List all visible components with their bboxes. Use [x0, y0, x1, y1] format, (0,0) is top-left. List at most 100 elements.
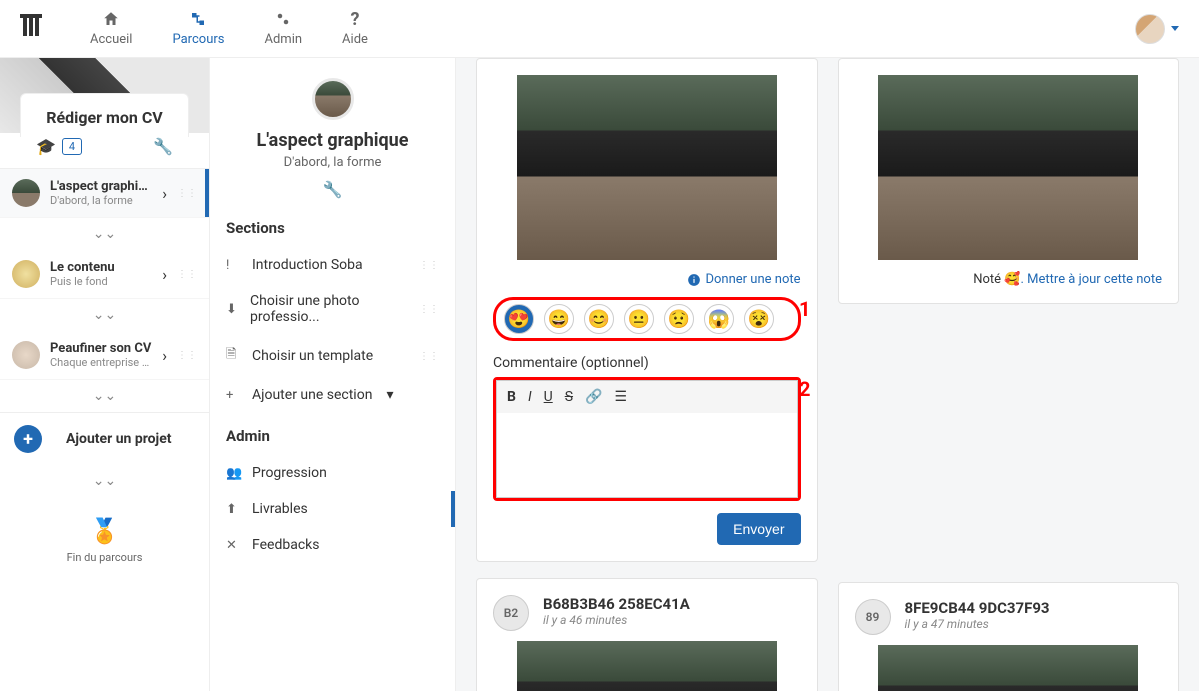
- entry-card: B2 B68B3B46 258EC41A il y a 46 minutes: [476, 578, 818, 691]
- section-settings-button[interactable]: 🔧: [226, 180, 439, 199]
- give-note-link[interactable]: Donner une note: [493, 272, 801, 287]
- link-button[interactable]: 🔗: [585, 389, 602, 405]
- noted-label: Noté: [973, 272, 1001, 287]
- nav-admin[interactable]: Admin: [264, 10, 302, 47]
- admin-item-progression[interactable]: 👥 Progression: [226, 455, 439, 491]
- chevron-right-icon: ›: [162, 265, 167, 284]
- collapse-toggle[interactable]: ⌄⌄: [0, 380, 209, 412]
- admin-item-feedbacks[interactable]: ✕ Feedbacks: [226, 527, 439, 563]
- entry-photo: [878, 645, 1138, 691]
- upload-icon: ⬆: [226, 502, 240, 517]
- send-button[interactable]: Envoyer: [717, 513, 800, 545]
- add-project-button[interactable]: + Ajouter un projet: [0, 412, 209, 465]
- chevron-right-icon: ›: [162, 184, 167, 203]
- users-icon: 👥: [226, 466, 240, 481]
- exclamation-icon: !: [226, 258, 240, 273]
- wrench-icon: 🔧: [323, 180, 343, 199]
- submission-photo: [878, 75, 1138, 260]
- project-title: Le contenu: [50, 260, 152, 275]
- submission-card-right: Noté 🥰. Mettre à jour cette note: [838, 58, 1180, 304]
- drag-handle-icon[interactable]: ⋮⋮: [177, 350, 197, 361]
- nav-label: Admin: [264, 32, 302, 47]
- add-project-label: Ajouter un projet: [66, 431, 172, 447]
- collapse-toggle[interactable]: ⌄⌄: [0, 299, 209, 331]
- emoji-option[interactable]: 😄: [544, 304, 574, 334]
- drag-handle-icon[interactable]: ⋮⋮: [419, 260, 439, 271]
- italic-button[interactable]: I: [528, 389, 532, 405]
- top-nav: Accueil Parcours Admin ? Aide: [0, 0, 1199, 58]
- noted-line: Noté 🥰. Mettre à jour cette note: [855, 272, 1163, 287]
- section-item-template[interactable]: 🗎 Choisir un template ⋮⋮: [226, 335, 439, 377]
- emoji-option[interactable]: 😟: [664, 304, 694, 334]
- drag-handle-icon[interactable]: ⋮⋮: [419, 304, 439, 315]
- graduate-badge[interactable]: 🎓 4: [36, 137, 82, 156]
- editor-toolbar: B I U S 🔗 ☰: [496, 380, 798, 413]
- settings-button[interactable]: 🔧: [153, 137, 173, 156]
- emoji-option[interactable]: 😱: [704, 304, 734, 334]
- submission-card-left: Donner une note 😍 😄 😊 😐 😟 😱 😵 Commentair…: [476, 58, 818, 562]
- entry-time: il y a 46 minutes: [543, 613, 690, 627]
- caret-down-icon: [1171, 26, 1179, 31]
- strike-button[interactable]: S: [565, 389, 573, 405]
- plus-icon: +: [226, 388, 240, 403]
- nav-home[interactable]: Accueil: [90, 10, 132, 47]
- entry-photo: [517, 641, 777, 691]
- entry-avatar: B2: [493, 595, 529, 631]
- add-section-label: Ajouter une section: [252, 387, 372, 403]
- nav-parcours[interactable]: Parcours: [172, 10, 224, 47]
- noted-emoji-icon: 🥰: [1004, 272, 1020, 287]
- bold-button[interactable]: B: [507, 389, 516, 405]
- nav-label: Parcours: [172, 32, 224, 47]
- comment-editor[interactable]: [496, 413, 798, 498]
- route-icon: [189, 10, 207, 28]
- section-item-intro[interactable]: ! Introduction Soba ⋮⋮: [226, 247, 439, 283]
- update-note-link[interactable]: Mettre à jour cette note: [1027, 272, 1162, 287]
- underline-button[interactable]: U: [544, 389, 553, 405]
- sidebar-project-aspect[interactable]: L'aspect graphique D'abord, la forme › ⋮…: [0, 169, 209, 218]
- project-title: Peaufiner son CV: [50, 341, 152, 356]
- emoji-option[interactable]: 😐: [624, 304, 654, 334]
- drag-handle-icon[interactable]: ⋮⋮: [177, 269, 197, 280]
- nav-label: Aide: [342, 32, 368, 47]
- sidebar-project-peaufiner[interactable]: Peaufiner son CV Chaque entreprise est .…: [0, 331, 209, 380]
- add-section-button[interactable]: + Ajouter une section ▾: [226, 377, 439, 413]
- admin-heading: Admin: [226, 427, 439, 445]
- admin-label: Progression: [252, 465, 327, 481]
- question-icon: ?: [346, 10, 364, 28]
- section-label: Introduction Soba: [252, 257, 363, 273]
- nav-aide[interactable]: ? Aide: [342, 10, 368, 47]
- nav-label: Accueil: [90, 32, 132, 47]
- wrench-icon: 🔧: [153, 137, 173, 156]
- project-title: L'aspect graphique: [50, 179, 152, 194]
- comment-label: Commentaire (optionnel): [493, 355, 801, 371]
- admin-item-livrables[interactable]: ⬆ Livrables: [226, 491, 439, 527]
- sidebar-sections: L'aspect graphique D'abord, la forme 🔧 S…: [210, 58, 456, 691]
- submission-photo: [517, 75, 777, 260]
- sidebar-project-contenu[interactable]: Le contenu Puis le fond › ⋮⋮: [0, 250, 209, 299]
- admin-label: Feedbacks: [252, 537, 319, 553]
- user-menu[interactable]: [1135, 14, 1179, 44]
- project-thumb: [12, 260, 40, 288]
- list-button[interactable]: ☰: [614, 389, 627, 405]
- cogs-icon: [274, 10, 292, 28]
- plus-icon: +: [14, 425, 42, 453]
- emoji-option[interactable]: 😊: [584, 304, 614, 334]
- main-content: Donner une note 😍 😄 😊 😐 😟 😱 😵 Commentair…: [456, 58, 1199, 691]
- feedback-icon: ✕: [226, 538, 240, 553]
- drag-handle-icon[interactable]: ⋮⋮: [419, 351, 439, 362]
- drag-handle-icon[interactable]: ⋮⋮: [177, 188, 197, 199]
- collapse-toggle[interactable]: ⌄⌄: [0, 465, 209, 497]
- section-item-photo[interactable]: ⬇ Choisir une photo professio... ⋮⋮: [226, 283, 439, 335]
- emoji-option[interactable]: 😍: [504, 304, 534, 334]
- emoji-option[interactable]: 😵: [744, 304, 774, 334]
- give-note-text: Donner une note: [705, 272, 800, 287]
- collapse-toggle[interactable]: ⌄⌄: [0, 218, 209, 250]
- project-sub: Puis le fond: [50, 275, 152, 288]
- cv-title: Rédiger mon CV: [37, 108, 172, 127]
- project-sub: D'abord, la forme: [50, 194, 152, 207]
- end-of-course[interactable]: 🏅 Fin du parcours: [0, 497, 209, 584]
- section-title: L'aspect graphique: [226, 130, 439, 151]
- rating-emoji-row: 😍 😄 😊 😐 😟 😱 😵: [493, 297, 801, 341]
- section-label: Choisir un template: [252, 348, 373, 364]
- project-thumb: [12, 179, 40, 207]
